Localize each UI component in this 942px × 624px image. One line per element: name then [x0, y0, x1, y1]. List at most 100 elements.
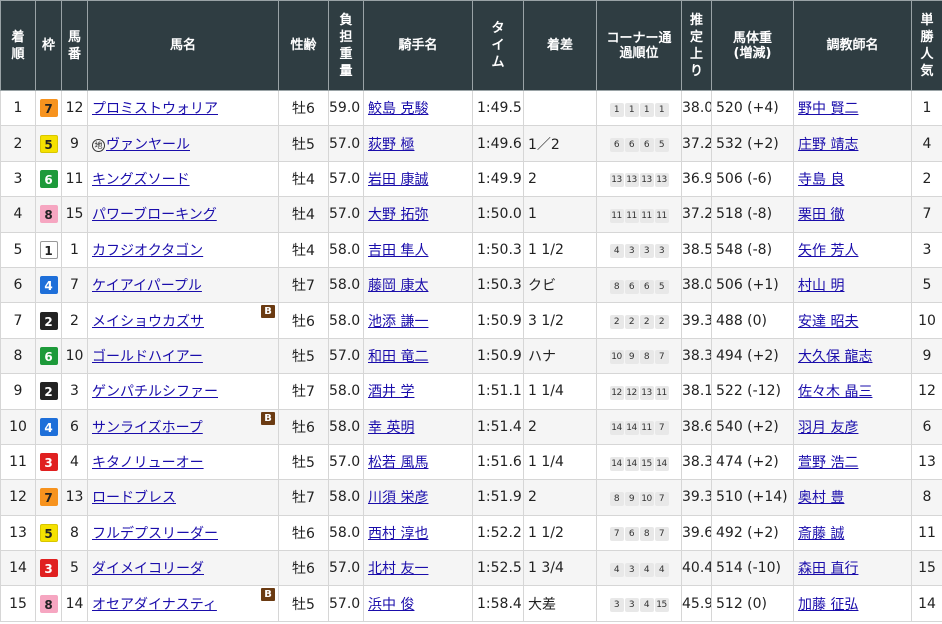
jockey-link[interactable]: 浜中 俊 — [368, 597, 414, 613]
trainer-link[interactable]: 庄野 靖志 — [798, 137, 858, 153]
corner-position: 7 — [609, 527, 624, 542]
time-cell: 1:50.9 — [472, 337, 524, 375]
corner-position: 3 — [654, 244, 669, 259]
trainer-link[interactable]: 寺島 良 — [798, 172, 844, 188]
horse-name-link[interactable]: オセアダイナスティ — [92, 597, 217, 613]
trainer-link[interactable]: 斎藤 誠 — [798, 526, 844, 542]
header-jockey: 騎手名 — [363, 0, 473, 91]
jockey-link[interactable]: 和田 竜二 — [368, 349, 428, 365]
trainer-link[interactable]: 加藤 征弘 — [798, 597, 858, 613]
trainer-link[interactable]: 安達 昭夫 — [798, 314, 858, 330]
jockey-link[interactable]: 幸 英明 — [368, 420, 414, 436]
weight-cell: 58.0 — [328, 514, 364, 552]
horse-name-link[interactable]: カフジオクタゴン — [92, 243, 203, 259]
corner-position: 9 — [624, 491, 639, 506]
horse-name-link[interactable]: ヴァンヤール — [106, 137, 190, 153]
margin-cell — [523, 89, 597, 127]
jockey-link[interactable]: 大野 拓弥 — [368, 207, 428, 223]
jockey-link[interactable]: 池添 謙一 — [368, 314, 428, 330]
table-row: 7 2 2 メイショウカズサ B 牡6 58.0 池添 謙一 1:50.9 3 1/2 2 2 2 2 39… — [0, 302, 942, 339]
jockey-link[interactable]: 川須 栄彦 — [368, 490, 428, 506]
table-row: 8 6 10 ゴールドハイアー 牡5 57.0 和田 竜二 1:50.9 ハナ 10 9 8 7 38.3… — [0, 337, 942, 375]
horse-name-link[interactable]: サンライズホープ — [92, 420, 203, 436]
corner-order-cell: 4344 — [596, 550, 682, 587]
horse-name-link[interactable]: キタノリューオー — [92, 455, 204, 471]
trainer-link[interactable]: 佐々木 晶三 — [798, 384, 872, 400]
body-weight-cell: 522 (-12) — [711, 373, 794, 410]
corner-position: 3 — [639, 244, 654, 259]
trainer-link[interactable]: 森田 直行 — [798, 561, 858, 577]
last-3f-cell: 38.0 — [681, 89, 712, 127]
horse-name-link[interactable]: パワーブローキング — [92, 207, 217, 223]
header-horse-name: 馬名 — [87, 0, 279, 91]
jockey-link[interactable]: 岩田 康誠 — [368, 172, 428, 188]
corner-position: 2 — [639, 315, 654, 330]
body-weight-cell: 506 (-6) — [711, 160, 794, 198]
frame-badge: 7 — [39, 99, 58, 118]
trainer-link[interactable]: 村山 明 — [798, 278, 844, 294]
jockey-link[interactable]: 鮫島 克駿 — [368, 101, 428, 117]
corner-position: 5 — [654, 279, 669, 294]
horse-number-cell: 9 — [61, 125, 88, 162]
sex-age-cell: 牡5 — [278, 585, 329, 622]
sex-age-cell: 牡4 — [278, 160, 329, 198]
header-weight: 負担重量 — [328, 0, 364, 91]
time-cell: 1:50.9 — [472, 302, 524, 339]
jockey-link[interactable]: 北村 友一 — [368, 561, 428, 577]
sex-age-cell: 牡6 — [278, 408, 329, 445]
frame-cell: 7 — [35, 479, 62, 516]
corner-order-cell: 2222 — [596, 302, 682, 339]
weight-cell: 57.0 — [328, 160, 364, 198]
horse-name-link[interactable]: ゲンパチルシファー — [92, 384, 218, 400]
blinker-icon: B — [261, 411, 275, 425]
jockey-link[interactable]: 西村 淳也 — [368, 526, 428, 542]
margin-cell: 大差 — [523, 585, 597, 622]
jockey-link[interactable]: 松若 風馬 — [368, 455, 428, 471]
jockey-link[interactable]: 酒井 学 — [368, 384, 414, 400]
frame-badge: 2 — [39, 382, 58, 401]
trainer-link[interactable]: 奥村 豊 — [798, 490, 844, 506]
header-rank: 着順 — [0, 0, 36, 91]
trainer-cell: 森田 直行 — [793, 550, 912, 587]
horse-name-link[interactable]: ゴールドハイアー — [92, 349, 203, 365]
corner-position: 13 — [639, 173, 654, 188]
trainer-link[interactable]: 野中 賢二 — [798, 101, 858, 117]
last-3f-cell: 39.6 — [681, 514, 712, 552]
trainer-link[interactable]: 矢作 芳人 — [798, 243, 858, 259]
horse-name-link[interactable]: キングズソード — [92, 172, 190, 188]
jockey-cell: 大野 拓弥 — [363, 196, 473, 233]
jockey-link[interactable]: 藤岡 康太 — [368, 278, 428, 294]
horse-name-link[interactable]: プロミストウォリア — [92, 101, 218, 117]
frame-cell: 7 — [35, 89, 62, 127]
corner-order-cell: 10 9 8 7 — [596, 337, 682, 375]
horse-name-link[interactable]: ダイメイコリーダ — [92, 561, 204, 577]
horse-name-link[interactable]: フルデプスリーダー — [92, 526, 218, 542]
margin-cell: 1 — [523, 196, 597, 233]
horse-name-link[interactable]: メイショウカズサ — [92, 314, 204, 330]
trainer-link[interactable]: 羽月 友彦 — [798, 420, 858, 436]
corner-position: 3 — [609, 598, 624, 613]
corner-position: 14 — [609, 456, 624, 471]
horse-name-link[interactable]: ケイアイパープル — [92, 278, 202, 294]
trainer-link[interactable]: 萱野 浩二 — [798, 455, 858, 471]
jockey-link[interactable]: 吉田 隼人 — [368, 243, 428, 259]
frame-cell: 2 — [35, 302, 62, 339]
corner-position: 7 — [654, 350, 669, 365]
trainer-link[interactable]: 栗田 徹 — [798, 207, 844, 223]
corner-position: 6 — [624, 138, 639, 153]
horse-name-cell: ゴールドハイアー — [87, 337, 279, 375]
header-sex-age: 性齢 — [278, 0, 329, 91]
rank-cell: 12 — [0, 479, 36, 516]
frame-badge: 8 — [39, 205, 58, 224]
jockey-link[interactable]: 荻野 極 — [368, 137, 414, 153]
rank-cell: 4 — [0, 196, 36, 233]
corner-position: 3 — [624, 598, 639, 613]
horse-name-link[interactable]: ロードブレス — [92, 490, 176, 506]
trainer-link[interactable]: 大久保 龍志 — [798, 349, 872, 365]
corner-order-cell: 3 3 4 15 — [596, 585, 682, 622]
horse-number-cell: 10 — [61, 337, 88, 375]
rank-cell: 3 — [0, 160, 36, 198]
table-row: 4 8 15 パワーブローキング 牡4 57.0 大野 拓弥 1:50.0 1 11 11 11 11 3… — [0, 196, 942, 233]
corner-position: 13 — [624, 173, 639, 188]
horse-name-cell: キングズソード — [87, 160, 279, 198]
